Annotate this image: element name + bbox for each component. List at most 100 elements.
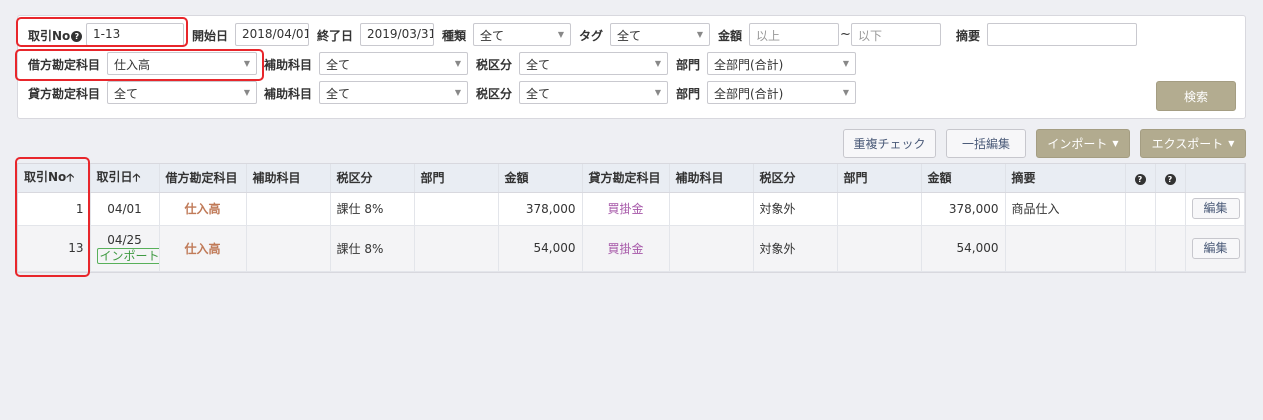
credit-account-label: 貸方勘定科目 [28,87,101,101]
cell-flag-2 [1155,225,1186,272]
credit-dept-label: 部門 [676,87,701,101]
cell-debit-dept [414,192,499,226]
tag-select[interactable]: 全て [610,23,710,46]
header-credit-account: 貸方勘定科目 [582,164,670,193]
header-credit-dept: 部門 [837,164,922,193]
import-button-label: インポート [1047,137,1108,151]
export-dropdown-button[interactable]: エクスポート ▼ [1140,129,1246,158]
memo-input[interactable] [987,23,1137,46]
caret-down-icon: ▼ [1228,139,1235,148]
amount-max-input[interactable]: 以下 [851,23,941,46]
cell-flag-2 [1155,192,1186,226]
cell-txn-date: 04/01 [90,192,160,226]
credit-sub-select[interactable]: 全て [319,81,468,104]
cell-credit-dept [837,225,922,272]
credit-tax-select[interactable]: 全て [519,81,668,104]
cell-credit-amount: 378,000 [921,192,1006,226]
import-badge: インポート [96,247,158,264]
txn-no-input[interactable]: 1-13 [86,23,184,46]
debit-account-select[interactable]: 仕入高 [107,52,257,75]
cell-credit-tax: 対象外 [753,225,838,272]
cell-debit-tax: 課仕 8% [330,192,415,226]
debit-sub-label: 補助科目 [264,58,313,72]
arrow-up-icon: 🡡 [66,170,75,184]
header-actions [1185,164,1245,193]
debit-sub-select[interactable]: 全て [319,52,468,75]
filter-row-1: 取引No? 1-13 開始日 2018/04/01 終了日 2019/03/31… [18,23,1245,47]
transactions-table: 取引No🡡 取引日🡡 借方勘定科目 補助科目 税区分 部門 金額 貸方勘定科目 … [17,163,1246,273]
credit-account-select[interactable]: 全て [107,81,257,104]
txn-date-text: 04/25 [107,232,142,247]
header-help-1: ? [1125,164,1156,193]
edit-button[interactable]: 編集 [1191,198,1240,219]
amount-min-input[interactable]: 以上 [749,23,839,46]
start-date-input[interactable]: 2018/04/01 [235,23,309,46]
header-txn-date[interactable]: 取引日🡡 [90,164,160,193]
tag-label: タグ [579,29,604,43]
header-credit-tax: 税区分 [753,164,838,193]
cell-actions: 編集 [1185,225,1245,272]
credit-tax-label: 税区分 [476,87,513,101]
cell-credit-account[interactable]: 買掛金 [582,192,670,226]
header-txn-no[interactable]: 取引No🡡 [18,164,91,193]
caret-down-icon: ▼ [1112,139,1119,148]
cell-debit-account[interactable]: 仕入高 [159,225,247,272]
cell-debit-account[interactable]: 仕入高 [159,192,247,226]
header-debit-account: 借方勘定科目 [159,164,247,193]
filter-row-3: 貸方勘定科目 全て 補助科目 全て 税区分 全て 部門 全部門(合計) [18,81,1245,105]
cell-debit-amount: 54,000 [498,225,583,272]
bulk-edit-button[interactable]: 一括編集 [946,129,1026,158]
question-circle-icon[interactable]: ? [71,31,83,42]
cell-debit-tax: 課仕 8% [330,225,415,272]
filter-panel: 取引No? 1-13 開始日 2018/04/01 終了日 2019/03/31… [17,15,1246,119]
arrow-up-icon: 🡡 [132,170,141,184]
question-circle-icon[interactable]: ? [1134,173,1146,185]
debit-dept-label: 部門 [676,58,701,72]
txn-no-label: 取引No? [28,27,83,44]
cell-credit-sub [669,225,754,272]
memo-label: 摘要 [956,29,981,43]
header-debit-sub: 補助科目 [246,164,331,193]
header-debit-tax: 税区分 [330,164,415,193]
header-debit-amount: 金額 [498,164,583,193]
cell-debit-sub [246,192,331,226]
table-row: 13 04/25 インポート 仕入高 課仕 8% 54,000 買掛金 対象外 … [18,225,1245,272]
type-label: 種類 [442,29,467,43]
edit-button[interactable]: 編集 [1191,237,1240,259]
cell-memo [1005,225,1126,272]
amount-range-tilde: ~ [840,27,851,42]
cell-credit-account[interactable]: 買掛金 [582,225,670,272]
end-date-label: 終了日 [317,29,354,43]
credit-dept-select[interactable]: 全部門(合計) [707,81,856,104]
debit-tax-select[interactable]: 全て [519,52,668,75]
cell-debit-dept [414,225,499,272]
cell-txn-date: 04/25 インポート [90,225,160,272]
start-date-label: 開始日 [192,29,229,43]
cell-actions: 編集 [1185,192,1245,226]
cell-credit-amount: 54,000 [921,225,1006,272]
type-select[interactable]: 全て [473,23,571,46]
debit-dept-select[interactable]: 全部門(合計) [707,52,856,75]
amount-label: 金額 [718,29,743,43]
header-credit-amount: 金額 [921,164,1006,193]
export-button-label: エクスポート [1151,137,1224,151]
import-dropdown-button[interactable]: インポート ▼ [1036,129,1130,158]
cell-debit-sub [246,225,331,272]
cell-memo: 商品仕入 [1005,192,1126,226]
header-memo: 摘要 [1005,164,1126,193]
end-date-input[interactable]: 2019/03/31 [360,23,434,46]
cell-flag-1 [1125,192,1156,226]
question-circle-icon[interactable]: ? [1164,173,1176,185]
cell-credit-tax: 対象外 [753,192,838,226]
search-button[interactable]: 検索 [1156,81,1236,111]
duplicate-check-button[interactable]: 重複チェック [843,129,936,158]
cell-credit-dept [837,192,922,226]
header-help-2: ? [1155,164,1186,193]
cell-debit-amount: 378,000 [498,192,583,226]
table-header-row: 取引No🡡 取引日🡡 借方勘定科目 補助科目 税区分 部門 金額 貸方勘定科目 … [18,164,1245,193]
debit-account-label: 借方勘定科目 [28,58,101,72]
header-debit-dept: 部門 [414,164,499,193]
cell-flag-1 [1125,225,1156,272]
credit-sub-label: 補助科目 [264,87,313,101]
cell-credit-sub [669,192,754,226]
